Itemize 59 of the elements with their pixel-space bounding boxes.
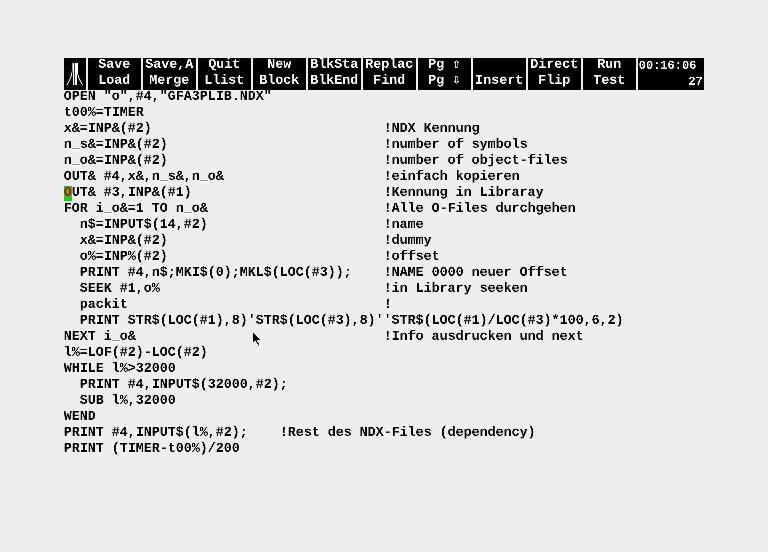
code-line: packit	[78, 298, 128, 314]
code-line: FOR i_o&=1 TO n_o&	[64, 202, 208, 218]
menu-button[interactable]: Block	[260, 74, 300, 90]
code-line: PRINT (TIMER-t00%)/200	[64, 442, 240, 458]
code-comment: !number of symbols	[384, 138, 528, 154]
menu-button[interactable]: Test	[594, 74, 626, 90]
code-comment: !number of object-files	[384, 154, 568, 170]
code-line: n_o&=INP&(#2)	[64, 154, 168, 170]
menu-button[interactable]: Pg ⇩	[428, 74, 461, 90]
code-line: OPEN "o",#4,"GFA3PLIB.NDX"	[64, 90, 272, 106]
code-comment: !dummy	[384, 234, 432, 250]
line-number: 27	[688, 74, 703, 90]
code-line: OUT& #4,x&,n_s&,n_o&	[64, 170, 224, 186]
menu-button[interactable]: Llist	[204, 74, 244, 90]
code-line: SEEK #1,o%	[78, 282, 160, 298]
menu-button[interactable]: Flip	[538, 74, 570, 90]
code-line: x&=INP&(#2)	[78, 234, 168, 250]
menu-button[interactable]: Save	[98, 58, 130, 74]
code-comment: !Alle O-Files durchgehen	[384, 202, 576, 218]
menu-button[interactable]: Find	[374, 74, 406, 90]
code-line: WHILE l%>32000	[64, 362, 176, 378]
code-comment: !NDX Kennung	[384, 122, 480, 138]
code-line: PRINT #4,INPUT$(32000,#2);	[78, 378, 288, 394]
code-line: n$=INPUT$(14,#2)	[78, 218, 208, 234]
code-line: x&=INP&(#2)	[64, 122, 152, 138]
code-comment: !in Library seeken	[384, 282, 528, 298]
code-line: PRINT STR$(LOC(#1),8)'STR$(LOC(#3),8)''STR$(LOC(#1)/LOC(#3)*100,6,2)	[78, 314, 624, 330]
menu-button[interactable]: Pg ⇧	[428, 58, 461, 74]
menu-button[interactable]: Replac	[366, 58, 414, 74]
code-comment: !Info ausdrucken und next	[384, 330, 584, 346]
menu-button[interactable]: Insert	[476, 74, 524, 90]
code-comment: !offset	[384, 250, 440, 266]
code-comment: !name	[384, 218, 424, 234]
code-line: t00%=TIMER	[64, 106, 144, 122]
code-comment: !	[384, 298, 392, 314]
atari-logo-icon	[67, 63, 83, 85]
code-comment: !einfach kopieren	[384, 170, 520, 186]
code-line: n_s&=INP&(#2)	[64, 138, 168, 154]
code-line: o%=INP%(#2)	[78, 250, 168, 266]
mouse-pointer-icon	[252, 331, 262, 347]
menu-button[interactable]: Save,A	[146, 58, 194, 74]
menu-button[interactable]: Direct	[530, 58, 578, 74]
code-comment: !NAME 0000 neuer Offset	[384, 266, 568, 282]
code-line: OUT& #3,INP&(#1)	[64, 186, 192, 202]
menu-button[interactable]: New	[268, 58, 292, 74]
clock-time: 00:16:06	[639, 58, 697, 74]
menu-button[interactable]: Load	[98, 74, 130, 90]
code-line: NEXT i_o&	[64, 330, 136, 346]
menu-button[interactable]: BlkSta	[310, 58, 358, 74]
code-line: SUB l%,32000	[78, 394, 176, 410]
code-line: PRINT #4,INPUT$(l%,#2); !Rest des NDX-Files (dependency)	[64, 426, 536, 442]
code-line: PRINT #4,n$;MKI$(0);MKL$(LOC(#3));	[78, 266, 352, 282]
code-line: WEND	[64, 410, 96, 426]
menu-button[interactable]: Merge	[150, 74, 190, 90]
menu-button[interactable]: Quit	[208, 58, 240, 74]
code-line: l%=LOF(#2)-LOC(#2)	[64, 346, 208, 362]
menu-button[interactable]: Run	[598, 58, 622, 74]
code-comment: !Kennung in Libraray	[384, 186, 544, 202]
menu-button[interactable]: BlkEnd	[310, 74, 358, 90]
